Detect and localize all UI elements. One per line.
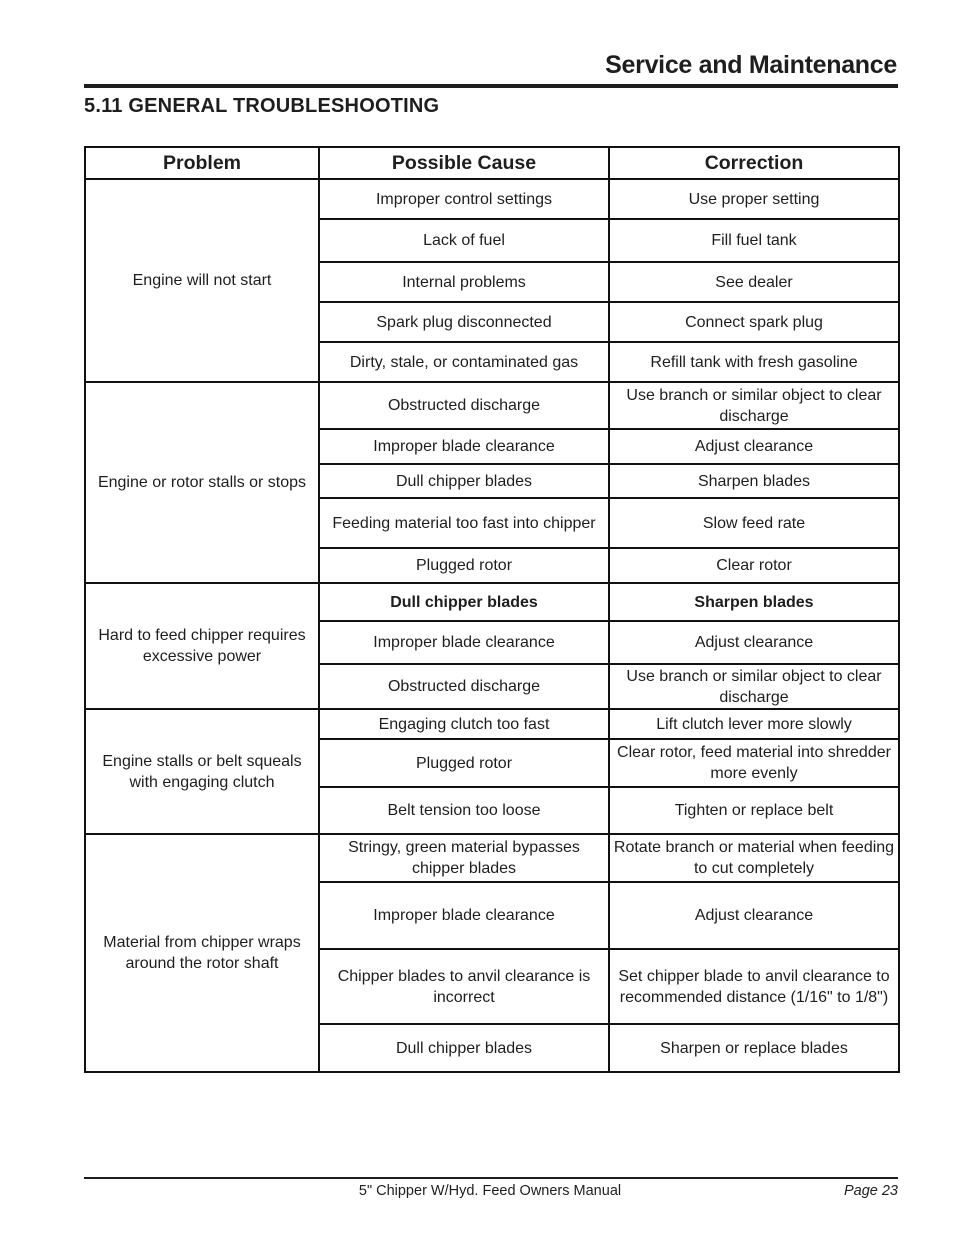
cause-cell: Lack of fuel	[318, 218, 610, 263]
correction-cell: Refill tank with fresh gasoline	[608, 341, 900, 383]
cause-cell: Feeding material too fast into chipper	[318, 497, 610, 549]
correction-cell: Set chipper blade to anvil clearance to …	[608, 948, 900, 1025]
correction-cell: Use branch or similar object to clear di…	[608, 381, 900, 430]
cause-cell: Chipper blades to anvil clearance is inc…	[318, 948, 610, 1025]
problem-cell: Hard to feed chipper requires excessive …	[84, 582, 320, 710]
table-row: Material from chipper wraps around the r…	[84, 833, 900, 1073]
footer-page-number: Page 23	[843, 1183, 898, 1199]
cause-cell: Spark plug disconnected	[318, 301, 610, 343]
correction-cell: Sharpen or replace blades	[608, 1023, 900, 1073]
table-row: Hard to feed chipper requires excessive …	[84, 582, 900, 710]
cause-cell: Improper blade clearance	[318, 428, 610, 465]
cause-cell: Plugged rotor	[318, 547, 610, 584]
cause-cell: Belt tension too loose	[318, 786, 610, 835]
cause-cell: Plugged rotor	[318, 738, 610, 788]
correction-cell: Clear rotor, feed material into shredder…	[608, 738, 900, 788]
page-header-title: Service and Maintenance	[605, 51, 897, 79]
cause-cell: Improper control settings	[318, 178, 610, 220]
correction-cell: Sharpen blades	[608, 463, 900, 499]
correction-cell: Adjust clearance	[608, 428, 900, 465]
correction-cell: Use branch or similar object to clear di…	[608, 663, 900, 710]
table-body: Engine will not start Improper control se…	[84, 178, 900, 1073]
cause-cell: Dull chipper blades	[318, 463, 610, 499]
correction-cell: Clear rotor	[608, 547, 900, 584]
problem-cell: Engine will not start	[84, 178, 320, 383]
problem-cell: Material from chipper wraps around the r…	[84, 833, 320, 1073]
troubleshooting-table: Problem Possible Cause Correction Engine…	[84, 146, 900, 1073]
column-header-problem: Problem	[84, 146, 320, 180]
column-header-correction: Correction	[608, 146, 900, 180]
footer-rule	[84, 1177, 898, 1179]
correction-cell: Slow feed rate	[608, 497, 900, 549]
cause-cell: Improper blade clearance	[318, 881, 610, 950]
cause-cell: Stringy, green material bypasses chipper…	[318, 833, 610, 883]
correction-cell: Rotate branch or material when feeding t…	[608, 833, 900, 883]
cause-cell: Improper blade clearance	[318, 620, 610, 665]
correction-cell: Lift clutch lever more slowly	[608, 708, 900, 740]
cause-cell: Obstructed discharge	[318, 663, 610, 710]
cause-cell: Internal problems	[318, 261, 610, 303]
table-row: Engine or rotor stalls or stops Obstructe…	[84, 381, 900, 584]
problem-cell: Engine or rotor stalls or stops	[84, 381, 320, 584]
footer-manual-title: 5" Chipper W/Hyd. Feed Owners Manual	[358, 1183, 622, 1199]
cause-cell: Dull chipper blades	[318, 1023, 610, 1073]
correction-cell: See dealer	[608, 261, 900, 303]
correction-cell: Adjust clearance	[608, 881, 900, 950]
table-row: Engine stalls or belt squeals with engag…	[84, 708, 900, 835]
section-title: 5.11 GENERAL TROUBLESHOOTING	[84, 95, 440, 117]
correction-cell: Connect spark plug	[608, 301, 900, 343]
correction-cell: Sharpen blades	[608, 582, 900, 622]
column-header-cause: Possible Cause	[318, 146, 610, 180]
correction-cell: Use proper setting	[608, 178, 900, 220]
cause-cell: Dull chipper blades	[318, 582, 610, 622]
correction-cell: Tighten or replace belt	[608, 786, 900, 835]
cause-cell: Obstructed discharge	[318, 381, 610, 430]
correction-cell: Adjust clearance	[608, 620, 900, 665]
table-row: Engine will not start Improper control se…	[84, 178, 900, 383]
problem-cell: Engine stalls or belt squeals with engag…	[84, 708, 320, 835]
table-header-row: Problem Possible Cause Correction	[84, 146, 900, 180]
cause-cell: Engaging clutch too fast	[318, 708, 610, 740]
cause-cell: Dirty, stale, or contaminated gas	[318, 341, 610, 383]
header-rule	[84, 84, 898, 88]
correction-cell: Fill fuel tank	[608, 218, 900, 263]
